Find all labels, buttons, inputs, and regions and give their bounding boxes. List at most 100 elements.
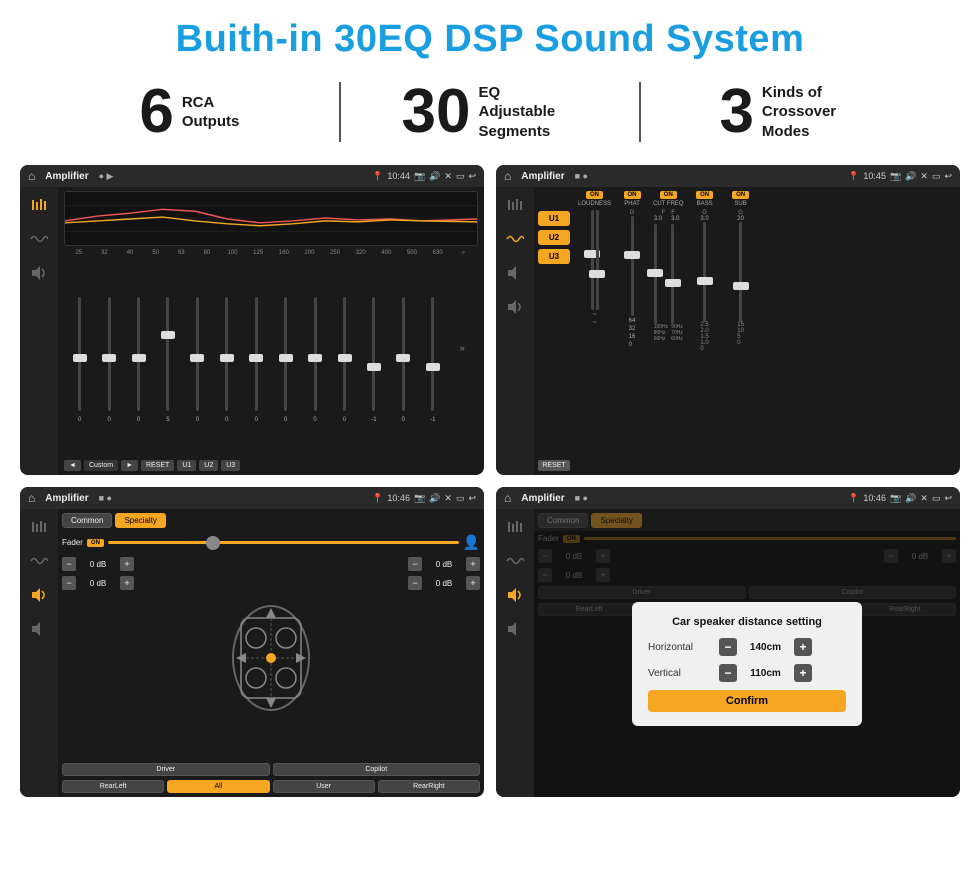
cross-cutfreq-on[interactable]: ON	[660, 191, 677, 199]
eq-thumb-12[interactable]	[396, 354, 410, 362]
cross-cutfreq-thumb1[interactable]	[647, 269, 663, 277]
eq-next-btn[interactable]: ►	[121, 460, 138, 471]
cross-reset-btn[interactable]: RESET	[538, 460, 570, 471]
eq-thumb-9[interactable]	[308, 354, 322, 362]
eq-thumb-5[interactable]	[190, 354, 204, 362]
cross-cutfreq-thumb2[interactable]	[665, 279, 681, 287]
eq-thumb-1[interactable]	[73, 354, 87, 362]
spk-sidebar-speaker-icon[interactable]	[27, 583, 51, 607]
eq-slider-8[interactable]: 0	[272, 293, 299, 423]
spk-rearright-btn[interactable]: RearRight	[378, 780, 480, 793]
cross-sub-on[interactable]: ON	[732, 191, 749, 199]
dlg-camera-icon: 📷	[890, 493, 901, 504]
cross-home-icon[interactable]: ⌂	[504, 169, 511, 183]
eq-slider-10[interactable]: 0	[331, 293, 358, 423]
cross-loudness-thumb2[interactable]	[589, 270, 605, 278]
spk-sidebar-eq-icon[interactable]	[27, 515, 51, 539]
eq-slider-2[interactable]: 0	[95, 293, 122, 423]
eq-slider-4[interactable]: 5	[154, 293, 181, 423]
spk-rearleft-btn[interactable]: RearLeft	[62, 780, 164, 793]
eq-slider-7[interactable]: 0	[243, 293, 270, 423]
eq-back-icon[interactable]: ↩	[468, 171, 476, 182]
dlg-sidebar-extra-icon[interactable]	[503, 617, 527, 641]
dialog-horizontal-minus[interactable]: −	[719, 638, 737, 656]
cross-sidebar-arrow-icon[interactable]	[503, 295, 527, 319]
cross-loudness-on[interactable]: ON	[586, 191, 603, 199]
spk-driver-btn[interactable]: Driver	[62, 763, 270, 776]
spk-all-btn[interactable]: All	[167, 780, 269, 793]
eq-thumb-10[interactable]	[338, 354, 352, 362]
spk-tab-specialty[interactable]: Specialty	[115, 513, 165, 528]
eq-u3-btn[interactable]: U3	[221, 460, 240, 471]
dlg-back-icon[interactable]: ↩	[944, 493, 952, 504]
cross-bass-thumb[interactable]	[697, 277, 713, 285]
spk-fader-slider[interactable]	[108, 541, 459, 544]
cross-u1-btn[interactable]: U1	[538, 211, 570, 226]
spk-person-icon[interactable]: 👤	[463, 534, 480, 551]
spk-db-fl-plus[interactable]: +	[120, 557, 134, 571]
eq-thumb-11[interactable]	[367, 363, 381, 371]
eq-thumb-13[interactable]	[426, 363, 440, 371]
spk-db-rl-minus[interactable]: −	[62, 576, 76, 590]
eq-slider-9[interactable]: 0	[301, 293, 328, 423]
eq-reset-btn[interactable]: RESET	[141, 460, 174, 471]
cross-bass-label: BASS	[697, 201, 713, 207]
eq-slider-11[interactable]: -1	[360, 293, 387, 423]
spk-home-icon[interactable]: ⌂	[28, 491, 35, 505]
eq-thumb-8[interactable]	[279, 354, 293, 362]
eq-slider-1[interactable]: 0	[66, 293, 93, 423]
dialog-vertical-plus[interactable]: +	[794, 664, 812, 682]
cross-phat-on[interactable]: ON	[624, 191, 641, 199]
eq-sidebar-speaker-icon[interactable]	[27, 261, 51, 285]
cross-sidebar-eq-icon[interactable]	[503, 193, 527, 217]
cross-sub-thumb[interactable]	[733, 282, 749, 290]
spk-fader-on[interactable]: ON	[87, 539, 104, 547]
spk-db-rr-plus[interactable]: +	[466, 576, 480, 590]
eq-thumb-4[interactable]	[161, 331, 175, 339]
eq-slider-13[interactable]: -1	[419, 293, 446, 423]
spk-back-icon[interactable]: ↩	[468, 493, 476, 504]
dlg-home-icon[interactable]: ⌂	[504, 491, 511, 505]
dialog-horizontal-plus[interactable]: +	[794, 638, 812, 656]
spk-tab-common[interactable]: Common	[62, 513, 112, 528]
eq-u2-btn[interactable]: U2	[199, 460, 218, 471]
cross-bass-on[interactable]: ON	[696, 191, 713, 199]
eq-thumb-3[interactable]	[132, 354, 146, 362]
cross-u2-btn[interactable]: U2	[538, 230, 570, 245]
cross-x-icon: ✕	[920, 171, 928, 182]
spk-user-btn[interactable]: User	[273, 780, 375, 793]
eq-thumb-7[interactable]	[249, 354, 263, 362]
eq-slider-12[interactable]: 0	[390, 293, 417, 423]
eq-slider-5[interactable]: 0	[184, 293, 211, 423]
cross-phat-thumb[interactable]	[624, 251, 640, 259]
eq-home-icon[interactable]: ⌂	[28, 169, 35, 183]
dlg-sidebar-wave-icon[interactable]	[503, 549, 527, 573]
eq-slider-3[interactable]: 0	[125, 293, 152, 423]
cross-u3-btn[interactable]: U3	[538, 249, 570, 264]
eq-custom-btn[interactable]: Custom	[84, 460, 118, 471]
eq-sidebar-eq-icon[interactable]	[27, 193, 51, 217]
dlg-sidebar-speaker-icon[interactable]	[503, 583, 527, 607]
dlg-sidebar-eq-icon[interactable]	[503, 515, 527, 539]
spk-db-rr-minus[interactable]: −	[408, 576, 422, 590]
eq-thumb-2[interactable]	[102, 354, 116, 362]
eq-u1-btn[interactable]: U1	[177, 460, 196, 471]
eq-sidebar-wave-icon[interactable]	[27, 227, 51, 251]
dialog-confirm-btn[interactable]: Confirm	[648, 690, 846, 712]
spk-db-rl-plus[interactable]: +	[120, 576, 134, 590]
spk-db-fr-minus[interactable]: −	[408, 557, 422, 571]
cross-back-icon[interactable]: ↩	[944, 171, 952, 182]
cross-sidebar-speaker-icon[interactable]	[503, 261, 527, 285]
eq-thumb-6[interactable]	[220, 354, 234, 362]
spk-copilot-btn[interactable]: Copilot	[273, 763, 481, 776]
eq-slider-6[interactable]: 0	[213, 293, 240, 423]
eq-prev-btn[interactable]: ◄	[64, 460, 81, 471]
spk-db-fl-minus[interactable]: −	[62, 557, 76, 571]
cross-sub: ON SUB G 20 151050	[726, 191, 756, 471]
dialog-vertical-minus[interactable]: −	[719, 664, 737, 682]
cross-sidebar-wave-icon[interactable]	[503, 227, 527, 251]
spk-sidebar-wave-icon[interactable]	[27, 549, 51, 573]
spk-sidebar-extra-icon[interactable]	[27, 617, 51, 641]
spk-db-fr-plus[interactable]: +	[466, 557, 480, 571]
spk-fader-thumb[interactable]	[206, 536, 220, 550]
